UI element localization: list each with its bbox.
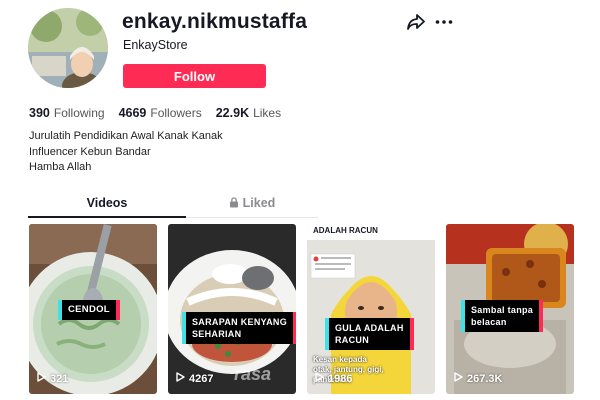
caption-line: SEHARIAN bbox=[192, 329, 242, 339]
likes-count: 22.9K bbox=[215, 106, 250, 120]
more-icon[interactable] bbox=[434, 12, 454, 32]
caption-line: RACUN bbox=[335, 335, 369, 345]
view-count-value: 267.3K bbox=[467, 372, 503, 385]
stat-followers[interactable]: 4669 Followers bbox=[119, 106, 202, 120]
stat-likes: 22.9K Likes bbox=[216, 106, 281, 120]
follow-button[interactable]: Follow bbox=[123, 64, 266, 88]
view-count: 267.3K bbox=[454, 372, 502, 385]
followers-label: Followers bbox=[150, 106, 202, 120]
tab-active-indicator bbox=[28, 216, 186, 218]
video-caption: Sambal tanpa belacan bbox=[463, 300, 542, 332]
video-thumbnail[interactable]: SARAPAN KENYANG SEHARIAN rasa 4267 bbox=[168, 224, 296, 394]
profile-stats: 390 Following 4669 Followers 22.9K Likes bbox=[29, 106, 281, 120]
share-icon[interactable] bbox=[406, 12, 426, 32]
caption-line: GULA ADALAH bbox=[335, 323, 404, 333]
nickname: EnkayStore bbox=[123, 38, 188, 52]
play-icon bbox=[37, 372, 46, 385]
profile-tabs: Videos Liked bbox=[28, 196, 318, 218]
tab-liked-label: Liked bbox=[242, 196, 276, 210]
video-thumbnail[interactable]: Sambal tanpa belacan 267.3K bbox=[446, 224, 574, 394]
view-count: 4267 bbox=[176, 372, 213, 385]
lock-icon bbox=[229, 197, 239, 211]
followers-count: 4669 bbox=[118, 106, 147, 120]
tab-videos[interactable]: Videos bbox=[28, 196, 186, 218]
caption-line: Sambal tanpa bbox=[471, 305, 534, 315]
stat-following[interactable]: 390 Following bbox=[29, 106, 105, 120]
play-icon bbox=[176, 372, 185, 385]
view-count: 321 bbox=[37, 372, 68, 385]
view-count-value: 321 bbox=[50, 372, 69, 385]
video-caption: GULA ADALAH RACUN bbox=[327, 318, 412, 350]
tab-liked[interactable]: Liked bbox=[186, 196, 318, 218]
username: enkay.nikmustaffa bbox=[122, 10, 308, 33]
bio-line: Influencer Kebun Bandar bbox=[29, 145, 151, 158]
play-icon bbox=[454, 372, 463, 385]
video-thumbnail[interactable]: CENDOL 321 bbox=[29, 224, 157, 394]
caption-line: SARAPAN KENYANG bbox=[192, 317, 288, 327]
view-count-value: 1986 bbox=[328, 372, 353, 385]
view-count-value: 4267 bbox=[189, 372, 214, 385]
likes-label: Likes bbox=[253, 106, 282, 120]
video-caption: CENDOL bbox=[60, 300, 118, 320]
following-count: 390 bbox=[29, 106, 50, 120]
bio-line: Jurulatih Pendidikan Awal Kanak Kanak bbox=[29, 130, 223, 142]
following-label: Following bbox=[53, 106, 105, 120]
watermark: rasa bbox=[234, 364, 272, 384]
caption-line: belacan bbox=[471, 317, 507, 327]
video-thumbnail[interactable]: ADALAH RACUN GULA ADALAH RACUN Kesan kep… bbox=[307, 224, 435, 394]
bio-line: Hamba Allah bbox=[29, 161, 92, 173]
play-icon bbox=[315, 372, 324, 385]
avatar bbox=[28, 8, 108, 88]
view-count: 1986 bbox=[315, 372, 352, 385]
video-caption: SARAPAN KENYANG SEHARIAN bbox=[184, 312, 296, 344]
bio: Jurulatih Pendidikan Awal Kanak Kanak In… bbox=[29, 129, 223, 176]
video-header-text: ADALAH RACUN bbox=[313, 226, 378, 235]
